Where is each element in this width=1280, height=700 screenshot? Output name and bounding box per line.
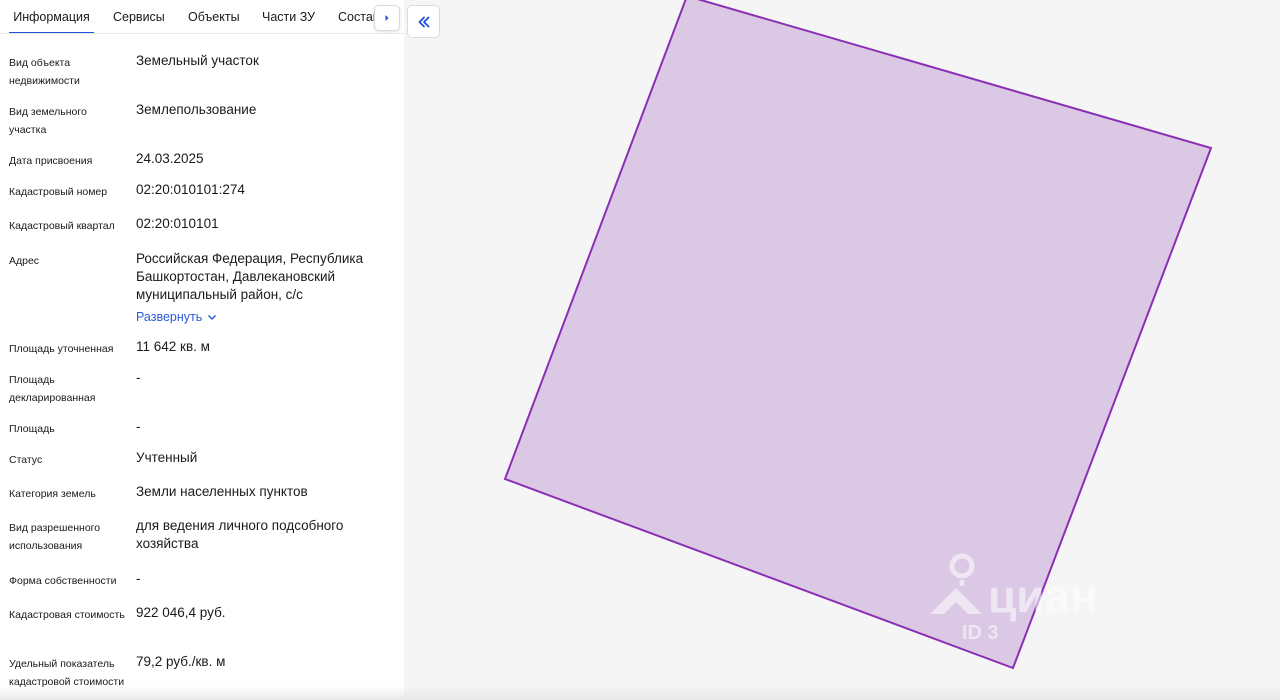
field-label: Кадастровый номер	[9, 186, 108, 198]
field-label: Площадь уточненная	[9, 343, 114, 355]
collapse-panel-button[interactable]	[407, 5, 440, 38]
bottom-fade	[0, 686, 1280, 700]
tab-composition[interactable]: Состав	[338, 0, 374, 33]
field-label: Статус	[9, 454, 43, 466]
field-label: Вид разрешенного использования	[9, 522, 101, 552]
field-label: Кадастровая стоимость	[9, 609, 125, 621]
field-value: для ведения личного подсобного хозяйства	[136, 518, 344, 551]
field-value: 922 046,4 руб.	[136, 605, 226, 620]
address-expand-button[interactable]: Развернуть	[136, 308, 217, 326]
tab-objects[interactable]: Объекты	[188, 0, 240, 33]
watermark-id: ID 3	[962, 622, 999, 644]
field-value: Земли населенных пунктов	[136, 484, 308, 499]
field-value: 02:20:010101	[136, 216, 219, 231]
field-label: Площадь декларированная	[9, 374, 96, 404]
field-label: Площадь	[9, 423, 55, 435]
field-value: 11 642 кв. м	[136, 339, 210, 354]
tab-scroll-right-button[interactable]	[374, 5, 400, 31]
tab-land-parts[interactable]: Части ЗУ	[262, 0, 315, 33]
tab-services[interactable]: Сервисы	[113, 0, 165, 33]
field-value: -	[136, 571, 141, 586]
info-panel: Информация Сервисы Объекты Части ЗУ Сост…	[0, 0, 404, 700]
field-value: Земельный участок	[136, 53, 259, 68]
field-value: 02:20:010101:274	[136, 182, 245, 197]
field-label: Кадастровый квартал	[9, 220, 115, 232]
field-value: Учтенный	[136, 450, 198, 465]
field-value: Российская Федерация, Республика Башкорт…	[136, 251, 364, 302]
field-value: -	[136, 370, 141, 385]
field-label: Вид земельного участка	[9, 106, 87, 136]
field-value: 24.03.2025	[136, 151, 204, 166]
tab-bar: Информация Сервисы Объекты Части ЗУ Сост…	[0, 0, 404, 34]
chevron-down-icon	[208, 314, 217, 320]
cian-watermark: циан ID 3	[926, 552, 1166, 652]
field-value: 79,2 руб./кв. м	[136, 654, 226, 669]
double-chevron-left-icon	[418, 16, 429, 27]
field-label: Категория земель	[9, 488, 96, 500]
watermark-brand: циан	[988, 570, 1098, 622]
field-label: Вид объекта недвижимости	[9, 57, 80, 87]
expand-label: Развернуть	[136, 310, 203, 324]
chevron-right-icon	[385, 15, 389, 21]
field-value: Землепользование	[136, 102, 257, 117]
field-label: Адрес	[9, 255, 40, 267]
tab-information[interactable]: Информация	[9, 0, 94, 33]
field-label: Дата присвоения	[9, 155, 93, 167]
field-label: Форма собственности	[9, 575, 117, 587]
field-value: -	[136, 419, 141, 434]
